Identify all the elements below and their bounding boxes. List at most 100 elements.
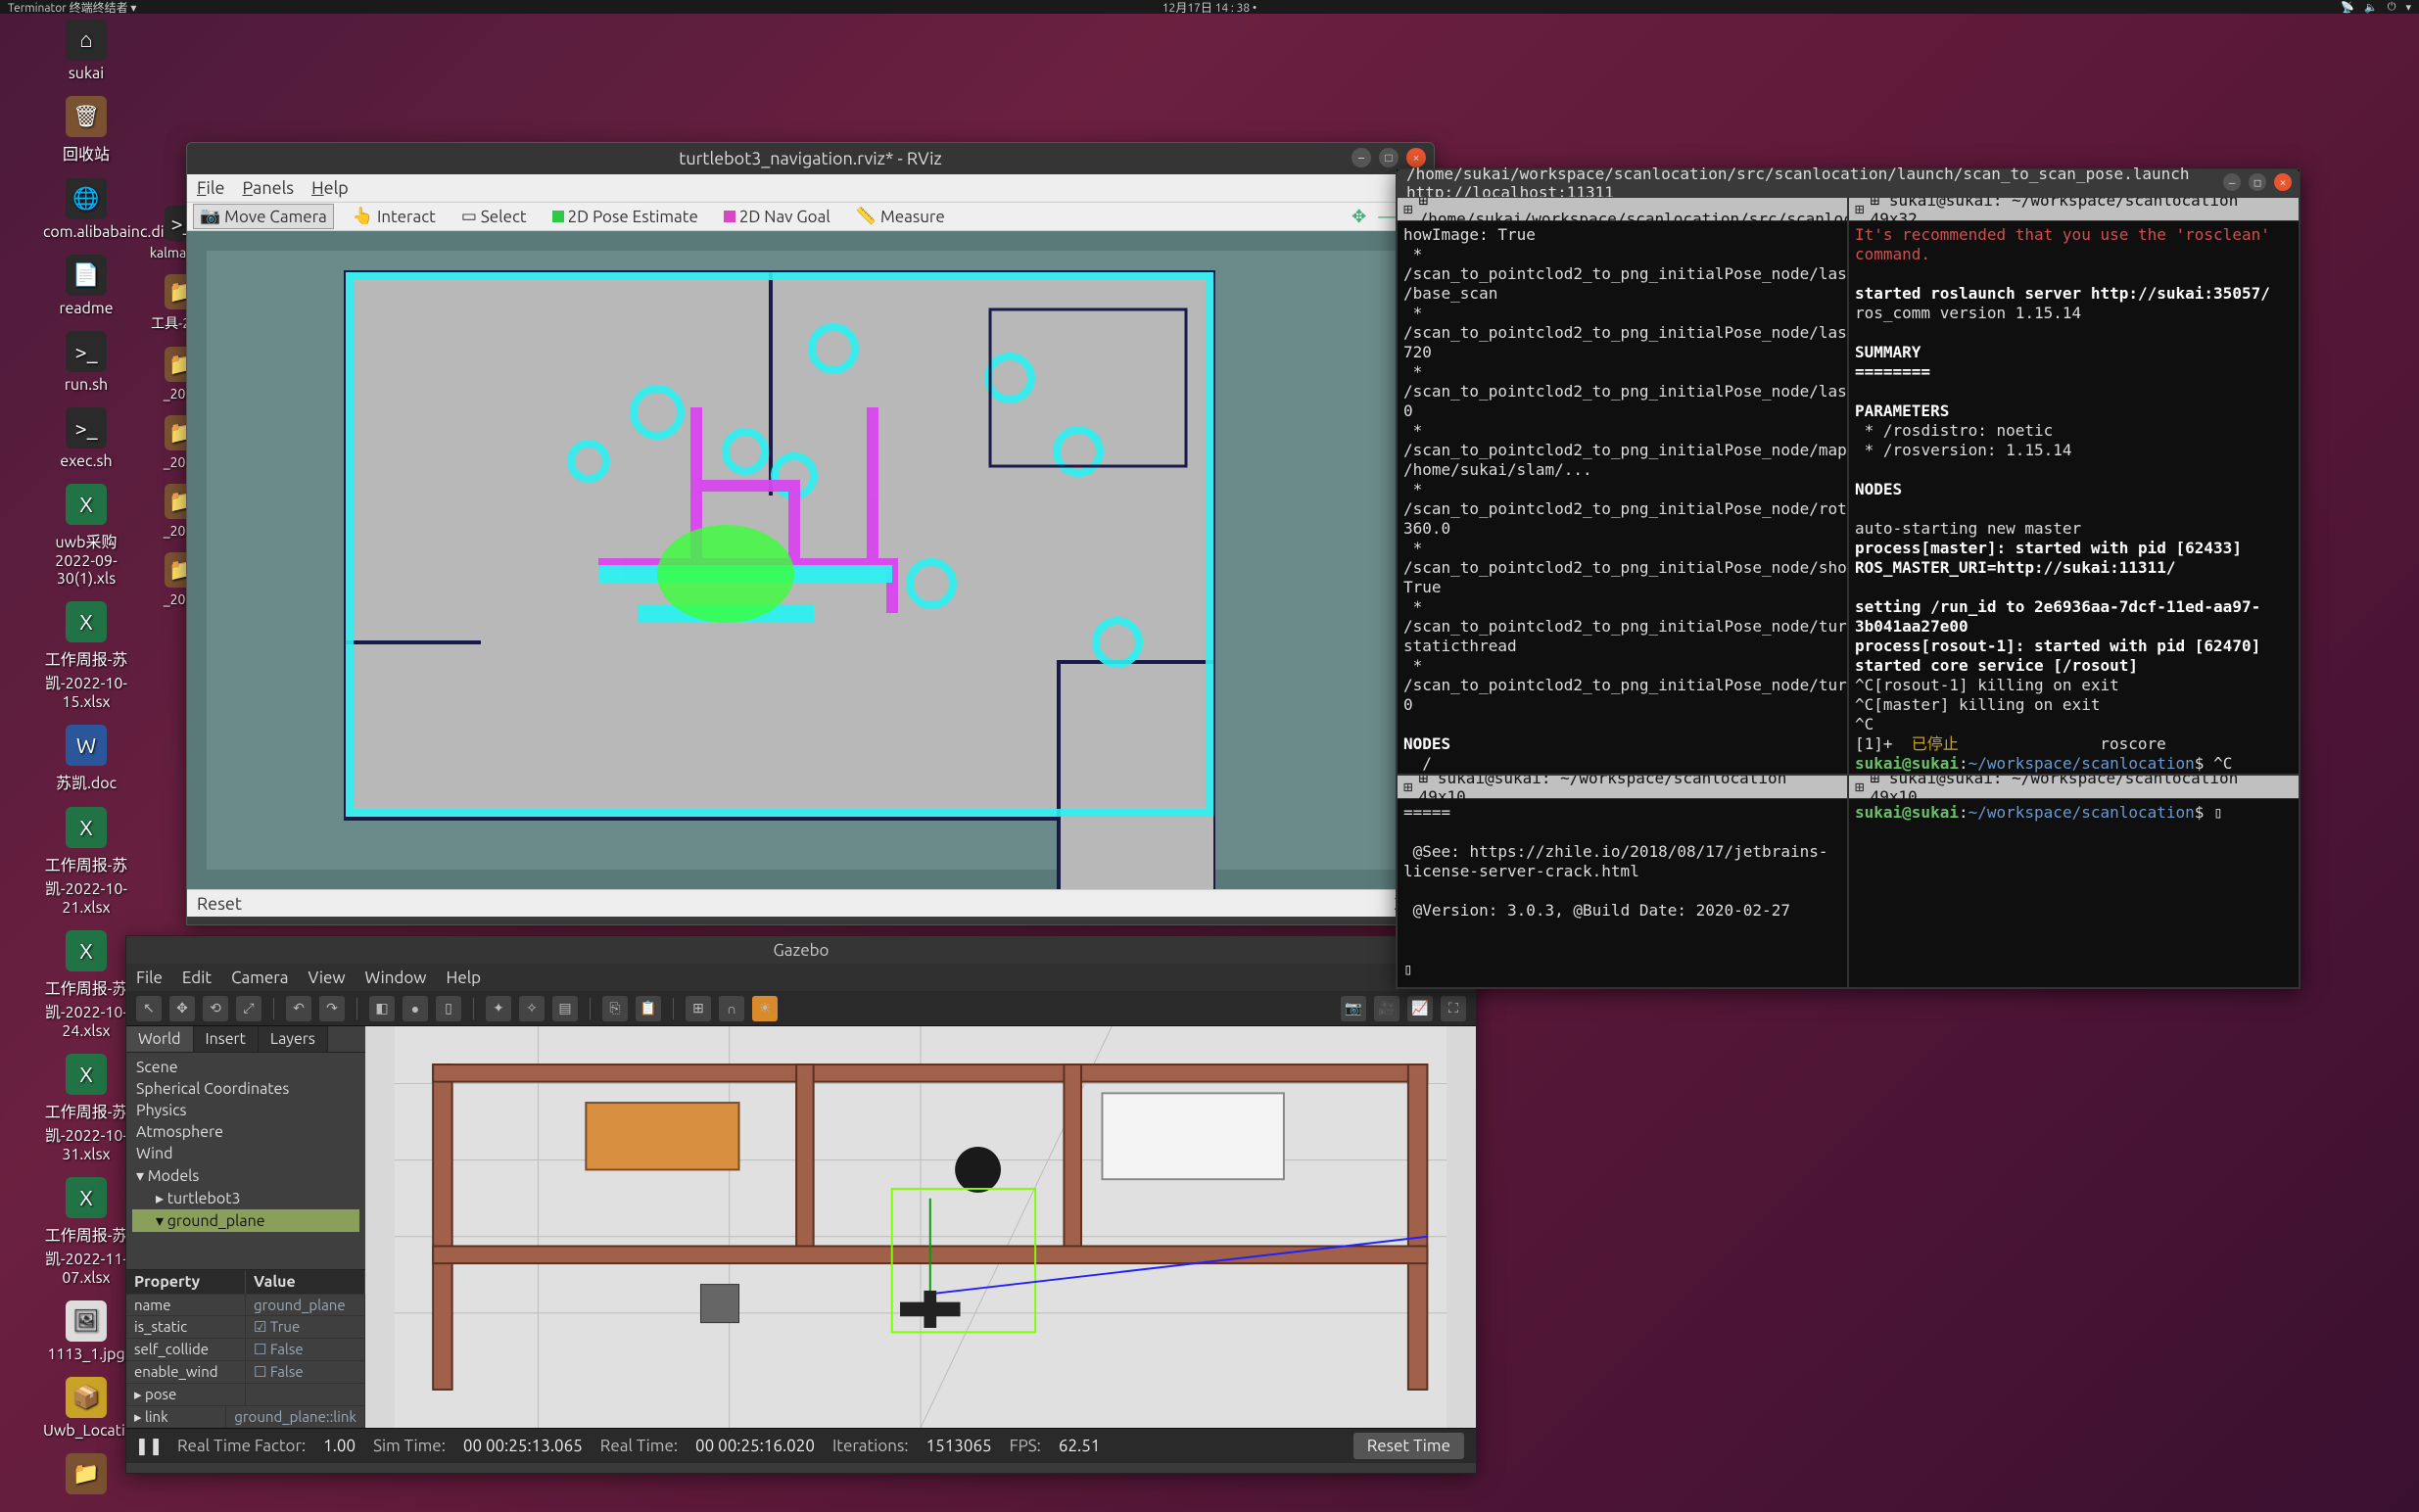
terminal-tab-label[interactable]: ⊞⊞ sukai@sukai: ~/workspace/scanlocation… <box>1398 776 1847 799</box>
rotate-icon[interactable]: ⟲ <box>203 996 228 1021</box>
record-icon[interactable]: 🎥 <box>1374 996 1399 1021</box>
tree-item[interactable]: ▾ Models <box>132 1164 359 1187</box>
pose-estimate-button[interactable]: 2D Pose Estimate <box>545 205 705 229</box>
reset-time-button[interactable]: Reset Time <box>1353 1433 1464 1459</box>
tab-insert[interactable]: Insert <box>194 1026 259 1052</box>
property-value[interactable]: ground_plane::link <box>226 1406 365 1428</box>
property-value[interactable] <box>246 1384 365 1405</box>
desktop-icon[interactable]: X工作周报-苏凯-2022-10-31.xlsx <box>43 1054 129 1163</box>
scale-icon[interactable]: ⤢ <box>236 996 261 1021</box>
rviz-toolbar[interactable]: 📷 Move Camera 👆 Interact ▭ Select 2D Pos… <box>187 202 1434 231</box>
redo-icon[interactable]: ↷ <box>319 996 345 1021</box>
property-value[interactable]: ☐ False <box>246 1361 365 1383</box>
terminal-pane-top-right[interactable]: ⊞⊞ sukai@sukai: ~/workspace/scanlocation… <box>1848 197 2300 775</box>
select-button[interactable]: ▭ Select <box>454 204 534 229</box>
network-icon[interactable]: 📡 <box>2341 1 2354 14</box>
terminal-pane-bottom-left[interactable]: ⊞⊞ sukai@sukai: ~/workspace/scanlocation… <box>1397 775 1848 988</box>
property-row[interactable]: enable_wind☐ False <box>126 1360 365 1383</box>
tree-item[interactable]: Scene <box>132 1057 359 1078</box>
rviz-menubar[interactable]: File Panels Help <box>187 174 1434 202</box>
terminator-window[interactable]: /home/sukai/workspace/scanlocation/src/s… <box>1396 168 2300 989</box>
terminal-output[interactable]: ===== @See: https://zhile.io/2018/08/17/… <box>1398 799 1847 983</box>
terminal-tab-label[interactable]: ⊞⊞ sukai@sukai: ~/workspace/scanlocation… <box>1849 776 2299 799</box>
menu-camera[interactable]: Camera <box>231 969 288 987</box>
desktop-icon[interactable]: 📄readme <box>43 255 129 317</box>
nav-goal-button[interactable]: 2D Nav Goal <box>717 205 837 229</box>
terminator-titlebar[interactable]: /home/sukai/workspace/scanlocation/src/s… <box>1397 169 2300 197</box>
minimize-button[interactable]: – <box>1352 148 1371 167</box>
fullscreen-icon[interactable]: ⛶ <box>1441 996 1466 1021</box>
undo-icon[interactable]: ↶ <box>286 996 311 1021</box>
menu-help[interactable]: Help <box>311 178 349 198</box>
power-icon[interactable]: ⏻ <box>2388 1 2396 14</box>
gazebo-window[interactable]: Gazebo FileEditCameraViewWindowHelp ↖ ✥ … <box>125 935 1477 1474</box>
tree-item[interactable]: Spherical Coordinates <box>132 1078 359 1100</box>
desktop-icon[interactable]: X工作周报-苏凯-2022-10-15.xlsx <box>43 601 129 711</box>
terminal-tab-label[interactable]: ⊞⊞ sukai@sukai: ~/workspace/scanlocation… <box>1849 198 2299 221</box>
desktop-icon[interactable]: 🖼1113_1.jpg <box>43 1300 129 1363</box>
desktop-icon[interactable]: X工作周报-苏凯-2022-10-21.xlsx <box>43 807 129 917</box>
top-panel-status-area[interactable]: 📡 🔈 ⏻ ▾ <box>2341 1 2411 14</box>
tree-item[interactable]: ▸ turtlebot3 <box>132 1187 359 1209</box>
close-button[interactable]: × <box>2274 173 2292 191</box>
gazebo-tabs[interactable]: WorldInsertLayers <box>126 1026 365 1053</box>
desktop-icon[interactable]: 🗑回收站 <box>43 96 129 165</box>
desktop-icon[interactable]: 📁 <box>43 1453 129 1494</box>
tab-world[interactable]: World <box>126 1026 194 1052</box>
gazebo-toolbar[interactable]: ↖ ✥ ⟲ ⤢ ↶ ↷ ◧ ● ▯ ✦ ✧ ▤ ⎘ 📋 ⊞ ∩ ☀ 📷 🎥 📈 … <box>126 991 1476 1026</box>
tab-layers[interactable]: Layers <box>259 1026 328 1052</box>
copy-icon[interactable]: ⎘ <box>602 996 628 1021</box>
interact-button[interactable]: 👆 Interact <box>346 204 443 229</box>
dirlight-icon[interactable]: ▤ <box>552 996 578 1021</box>
desktop-icon[interactable]: 📦Uwb_Location.zip <box>43 1377 129 1440</box>
menu-panels[interactable]: Panels <box>243 178 295 198</box>
desktop-icon[interactable]: W苏凯.doc <box>43 725 129 793</box>
desktop-icon[interactable]: >_exec.sh <box>43 407 129 470</box>
property-value[interactable]: ☑ True <box>246 1316 365 1338</box>
tree-item[interactable]: Wind <box>132 1143 359 1164</box>
gazebo-3d-view[interactable] <box>365 1026 1476 1428</box>
gazebo-world-tree[interactable]: SceneSpherical CoordinatesPhysicsAtmosph… <box>126 1053 365 1269</box>
menu-file[interactable]: File <box>136 969 163 987</box>
menu-view[interactable]: View <box>308 969 345 987</box>
desktop-icon[interactable]: >_run.sh <box>43 331 129 394</box>
spotlight-icon[interactable]: ✧ <box>519 996 545 1021</box>
property-row[interactable]: ▸ pose <box>126 1383 365 1405</box>
cylinder-icon[interactable]: ▯ <box>436 996 461 1021</box>
desktop-icon[interactable]: 🌐com.alibabainc.dingtalk.desktop <box>43 178 129 241</box>
volume-icon[interactable]: 🔈 <box>2364 1 2378 14</box>
desktop-icon[interactable]: X工作周报-苏凯-2022-11-07.xlsx <box>43 1177 129 1287</box>
property-row[interactable]: nameground_plane <box>126 1294 365 1315</box>
box-icon[interactable]: ◧ <box>369 996 395 1021</box>
translate-icon[interactable]: ✥ <box>169 996 195 1021</box>
desktop-icon[interactable]: X工作周报-苏凯-2022-10-24.xlsx <box>43 930 129 1040</box>
gazebo-menubar[interactable]: FileEditCameraViewWindowHelp <box>126 964 1476 991</box>
reset-button[interactable]: Reset <box>197 894 242 914</box>
top-panel-app[interactable]: Terminator 终端终结者 ▾ <box>8 0 136 16</box>
maximize-button[interactable]: □ <box>1379 148 1399 167</box>
rviz-window[interactable]: turtlebot3_navigation.rviz* - RViz – □ ×… <box>186 142 1435 925</box>
gazebo-property-grid[interactable]: PropertyValue nameground_planeis_static☑… <box>126 1269 365 1428</box>
move-camera-button[interactable]: 📷 Move Camera <box>193 204 334 229</box>
property-row[interactable]: ▸ linkground_plane::link <box>126 1405 365 1428</box>
menu-window[interactable]: Window <box>365 969 427 987</box>
camera-icon[interactable]: 📷 <box>1341 996 1366 1021</box>
menu-edit[interactable]: Edit <box>182 969 212 987</box>
property-row[interactable]: self_collide☐ False <box>126 1338 365 1360</box>
tree-item[interactable]: Atmosphere <box>132 1121 359 1143</box>
pause-button[interactable]: ❚❚ <box>138 1436 160 1457</box>
pointlight-icon[interactable]: ✦ <box>486 996 511 1021</box>
sphere-icon[interactable]: ● <box>403 996 428 1021</box>
plot-icon[interactable]: 📈 <box>1407 996 1433 1021</box>
menu-file[interactable]: File <box>197 178 225 198</box>
desktop-icon[interactable]: ⌂sukai <box>43 20 129 82</box>
desktop-icon[interactable]: Xuwb采购2022-09-30(1).xls <box>43 484 129 588</box>
measure-button[interactable]: 📏 Measure <box>849 204 952 229</box>
rviz-3d-view[interactable] <box>187 231 1434 889</box>
chevron-down-icon[interactable]: ▾ <box>2405 1 2411 14</box>
top-panel-clock[interactable]: 12月17日 14 : 38 • <box>1162 0 1257 16</box>
sun-icon[interactable]: ☀ <box>752 996 778 1021</box>
terminal-output[interactable]: howImage: True * /scan_to_pointclod2_to_… <box>1398 221 1847 775</box>
arrow-icon[interactable]: ↖ <box>136 996 162 1021</box>
property-row[interactable]: is_static☑ True <box>126 1315 365 1338</box>
